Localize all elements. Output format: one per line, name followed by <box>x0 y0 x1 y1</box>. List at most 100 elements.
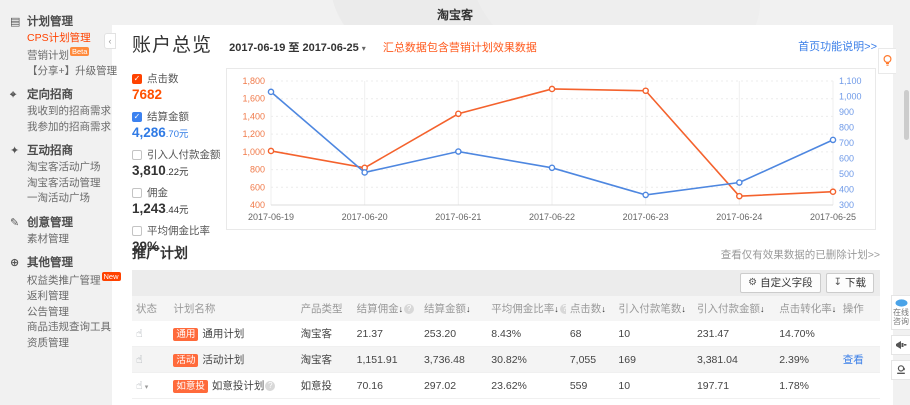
chat-cloud-icon <box>895 299 908 307</box>
sort-descending-icon[interactable]: ↓ <box>760 304 765 314</box>
table-row: ☝▾如意投如意投计划?如意投70.16297.0223.62%55910197.… <box>132 373 880 399</box>
metric-label: 点击数 <box>147 71 179 86</box>
sidebar-item[interactable]: 素材管理 <box>10 232 112 248</box>
column-header[interactable]: 结算金额↓ <box>420 296 487 321</box>
data-point[interactable] <box>737 194 742 199</box>
data-point[interactable] <box>456 149 461 154</box>
info-icon[interactable]: ? <box>560 304 566 314</box>
chevron-down-icon[interactable]: ▾ <box>145 384 149 391</box>
sidebar-section: ⊕其他管理权益类推广管理New返利管理公告管理商品违规查询工具资质管理 <box>10 255 112 351</box>
sidebar-item-badge: New <box>102 272 121 281</box>
data-point[interactable] <box>737 180 742 185</box>
sidebar-item[interactable]: 我参加的招商需求 <box>10 120 112 136</box>
left-axis-tick-label: 1,200 <box>242 129 265 139</box>
table-cell: 30.82% <box>487 347 566 373</box>
metric-checkbox[interactable] <box>132 188 142 198</box>
data-point[interactable] <box>549 86 554 91</box>
data-point[interactable] <box>830 189 835 194</box>
column-header-label: 状态 <box>136 303 157 315</box>
agent-headset-icon <box>895 364 907 376</box>
column-header[interactable]: 引入付款金额↓ <box>693 296 775 321</box>
sort-descending-icon[interactable]: ↓ <box>399 304 404 314</box>
view-link[interactable]: 查看 <box>843 354 864 366</box>
metric-checkbox[interactable] <box>132 150 142 160</box>
table-cell: 0.00 <box>353 399 420 405</box>
sort-descending-icon[interactable]: ↓ <box>554 304 559 314</box>
status-toggle-icon[interactable]: ☝ <box>136 380 143 392</box>
sidebar-item-label: 淘宝客活动管理 <box>27 177 101 189</box>
data-point[interactable] <box>456 111 461 116</box>
table-cell: 0 <box>614 399 693 405</box>
column-header[interactable]: 点击转化率↓ <box>775 296 839 321</box>
data-point[interactable] <box>268 148 273 153</box>
right-axis-tick-label: 300 <box>839 200 854 210</box>
plan-type-badge: 如意投 <box>173 380 208 393</box>
online-consult-button[interactable]: 在线咨询 <box>891 295 910 330</box>
metric-label: 引入人付款金额 <box>147 147 221 162</box>
data-point[interactable] <box>268 89 273 94</box>
metrics-panel: ✓点击数7682✓结算金额4,286.70元引入人付款金额3,810.22元佣金… <box>132 71 224 261</box>
sort-descending-icon[interactable]: ↓ <box>681 304 686 314</box>
metric-checkbox[interactable]: ✓ <box>132 74 142 84</box>
column-header[interactable]: 点击数↓ <box>566 296 615 321</box>
plan-name[interactable]: 通用计划 <box>202 328 244 340</box>
overview-chart-card: 2017-06-192017-06-202017-06-212017-06-22… <box>226 68 876 230</box>
custom-fields-button[interactable]: ⚙ 自定义字段 <box>740 273 820 293</box>
sidebar-item[interactable]: 淘宝客活动广场 <box>10 160 112 176</box>
sidebar-section-header[interactable]: ⊕其他管理 <box>10 255 112 272</box>
info-icon[interactable]: ? <box>404 304 414 314</box>
metric-checkbox[interactable]: ✓ <box>132 112 142 122</box>
sidebar-section-header[interactable]: ⌖定向招商 <box>10 87 112 104</box>
plan-name[interactable]: 如意投计划 <box>212 380 265 392</box>
column-header[interactable]: 引入付款笔数↓ <box>614 296 693 321</box>
status-toggle-icon[interactable]: ☝ <box>136 354 143 366</box>
customer-service-button[interactable] <box>891 360 910 380</box>
metric-checkbox[interactable] <box>132 226 142 236</box>
table-cell: 197.71 <box>693 373 775 399</box>
sidebar-section-header[interactable]: ✦互动招商 <box>10 143 112 160</box>
data-point[interactable] <box>643 88 648 93</box>
data-point[interactable] <box>643 192 648 197</box>
deleted-plans-link[interactable]: 查看仅有效果数据的已删除计划>> <box>721 247 880 262</box>
announcement-button[interactable] <box>891 335 910 355</box>
sort-descending-icon[interactable]: ↓ <box>832 304 837 314</box>
sidebar-item-label: 一淘活动广场 <box>27 192 90 204</box>
date-range-picker[interactable]: 2017-06-19 至 2017-06-25 ▾ <box>229 39 366 55</box>
sidebar-item[interactable]: 资质管理 <box>10 336 112 352</box>
sidebar-item[interactable]: 返利管理 <box>10 289 112 305</box>
sort-descending-icon[interactable]: ↓ <box>466 304 471 314</box>
sidebar-item[interactable]: 一淘活动广场 <box>10 191 112 207</box>
left-axis-tick-label: 400 <box>250 200 265 210</box>
plan-name[interactable]: 活动计划 <box>202 354 244 366</box>
download-button[interactable]: ↧ 下载 <box>826 273 874 293</box>
plan-type-badge: 活动 <box>173 354 198 367</box>
sidebar-collapse-button[interactable]: ‹ <box>104 33 116 49</box>
data-point[interactable] <box>362 170 367 175</box>
tips-bulb-card[interactable] <box>878 48 896 74</box>
column-header[interactable]: 结算佣金↓? <box>353 296 420 321</box>
sidebar-item[interactable]: 公告管理 <box>10 305 112 321</box>
sidebar-item[interactable]: 权益类推广管理New <box>10 272 112 289</box>
data-point[interactable] <box>549 165 554 170</box>
sort-descending-icon[interactable]: ↓ <box>601 304 606 314</box>
pencil-icon: ✎ <box>10 215 22 232</box>
status-toggle-icon[interactable]: ☝ <box>136 328 143 340</box>
page-scrollbar[interactable] <box>904 90 909 140</box>
data-point[interactable] <box>830 137 835 142</box>
sidebar-item[interactable]: 淘宝客活动管理 <box>10 176 112 192</box>
column-header: 操作 <box>839 296 880 321</box>
sidebar-section-header[interactable]: ✎创意管理 <box>10 215 112 232</box>
info-icon[interactable]: ? <box>265 381 275 391</box>
sidebar-item[interactable]: 营销计划Beta <box>10 47 112 64</box>
homepage-help-link[interactable]: 首页功能说明>> <box>798 38 877 54</box>
sidebar-section-header[interactable]: ▤计划管理 <box>10 14 112 31</box>
table-cell: 0.00 <box>693 399 775 405</box>
sidebar-item[interactable]: CPS计划管理 <box>10 31 112 47</box>
sidebar-item[interactable]: 我收到的招商需求 <box>10 104 112 120</box>
column-header[interactable]: 平均佣金比率↓? <box>487 296 566 321</box>
x-axis-tick-label: 2017-06-21 <box>435 212 481 222</box>
sidebar-item[interactable]: 商品违规查询工具 <box>10 320 112 336</box>
sidebar-item[interactable]: 【分享+】升级管理 <box>10 64 112 80</box>
table-cell: 14.70% <box>775 321 839 347</box>
sidebar: ▤计划管理CPS计划管理营销计划Beta【分享+】升级管理 ⌖定向招商我收到的招商… <box>0 0 112 405</box>
